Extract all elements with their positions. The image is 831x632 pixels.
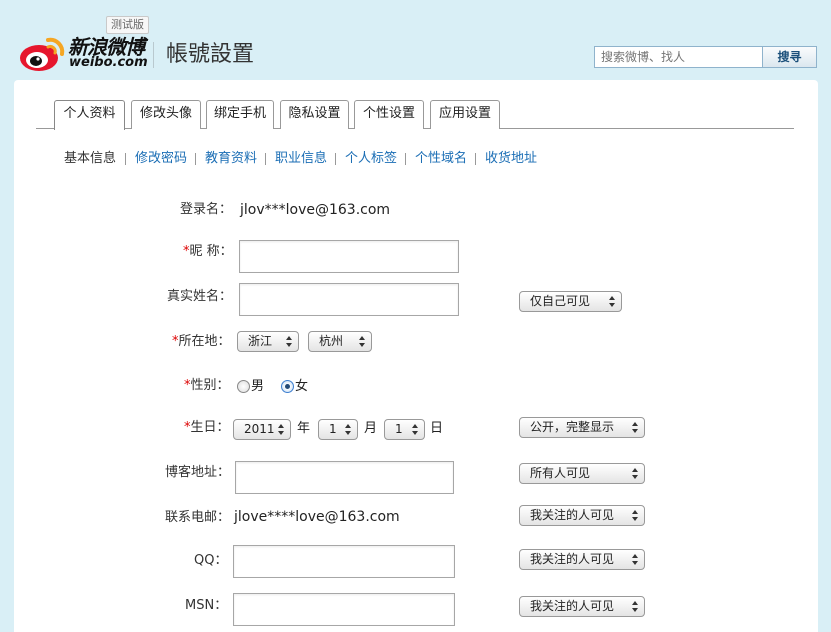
gender-label: *性别： — [184, 377, 230, 395]
qq-privacy-select[interactable]: 我关注的人可见 — [519, 549, 645, 570]
qq-label: QQ： — [194, 553, 228, 568]
email-privacy-value: 我关注的人可见 — [530, 508, 615, 522]
select-arrows-icon — [632, 421, 638, 434]
real-name-privacy-value: 仅自己可见 — [530, 294, 591, 308]
header: 测试版 新浪微博 weibo.com 帳號設置 搜寻 — [0, 0, 831, 80]
birthday-privacy-value: 公开，完整显示 — [530, 420, 615, 434]
birth-year-select[interactable]: 2011 — [233, 419, 291, 440]
login-name-label: 登录名： — [180, 202, 233, 217]
birthday-label-text: 生日： — [190, 420, 230, 435]
select-arrows-icon — [359, 335, 365, 348]
select-arrows-icon — [609, 295, 615, 308]
tab-bind-phone[interactable]: 绑定手机 — [206, 100, 274, 129]
birth-day-select[interactable]: 1 — [384, 419, 425, 440]
province-select[interactable]: 浙江 — [237, 331, 299, 352]
location-label: *所在地： — [172, 333, 231, 351]
blog-privacy-value: 所有人可见 — [530, 466, 591, 480]
birth-month-select[interactable]: 1 — [318, 419, 358, 440]
tab-apps[interactable]: 应用设置 — [430, 100, 500, 129]
birth-year-value: 2011 — [244, 422, 275, 436]
birthday-privacy-select[interactable]: 公开，完整显示 — [519, 417, 645, 438]
tab-personalization[interactable]: 个性设置 — [354, 100, 424, 129]
email-value: jlove****love@163.com — [234, 509, 400, 525]
tab-avatar[interactable]: 修改头像 — [131, 100, 201, 129]
email-privacy-select[interactable]: 我关注的人可见 — [519, 505, 645, 526]
year-unit: 年 — [297, 421, 311, 436]
page-title: 帳號設置 — [166, 42, 255, 67]
qq-input[interactable] — [233, 545, 455, 578]
nickname-label: *昵 称： — [183, 243, 233, 261]
gender-label-text: 性别： — [190, 378, 230, 393]
real-name-privacy-select[interactable]: 仅自己可见 — [519, 291, 622, 312]
gender-male-radio[interactable] — [237, 380, 250, 393]
subnav-shipping-address[interactable]: 收货地址 — [485, 150, 537, 168]
select-arrows-icon — [632, 509, 638, 522]
location-label-text: 所在地： — [178, 334, 231, 349]
subnav-divider — [195, 153, 196, 165]
gender-female-label[interactable]: 女 — [295, 378, 308, 396]
select-arrows-icon — [286, 335, 292, 348]
select-arrows-icon — [345, 423, 351, 436]
subnav-basic-info[interactable]: 基本信息 — [64, 150, 116, 168]
nickname-label-text: 昵 称： — [189, 244, 233, 259]
beta-badge: 测试版 — [106, 16, 149, 34]
gender-female-radio[interactable] — [281, 380, 294, 393]
weibo-logo-icon[interactable] — [18, 33, 66, 73]
month-unit: 月 — [364, 421, 378, 436]
subnav-divider — [335, 153, 336, 165]
province-value: 浙江 — [248, 334, 273, 348]
brand-domain[interactable]: weibo.com — [69, 56, 148, 70]
tab-privacy[interactable]: 隐私设置 — [280, 100, 349, 129]
real-name-label: 真实姓名： — [167, 289, 233, 304]
nickname-input[interactable] — [239, 240, 459, 273]
city-value: 杭州 — [319, 334, 344, 348]
subnav-divider — [265, 153, 266, 165]
msn-privacy-value: 我关注的人可见 — [530, 599, 615, 613]
header-divider — [153, 42, 154, 68]
tab-profile[interactable]: 个人资料 — [54, 100, 125, 130]
subnav-divider — [125, 153, 126, 165]
select-arrows-icon — [632, 467, 638, 480]
subnav-tags[interactable]: 个人标签 — [345, 150, 397, 168]
blog-label: 博客地址： — [165, 465, 231, 480]
subnav-divider — [405, 153, 406, 165]
login-name-value: jlov***love@163.com — [240, 202, 391, 218]
msn-label: MSN： — [185, 598, 228, 613]
subnav-education[interactable]: 教育资料 — [205, 150, 257, 168]
select-arrows-icon — [412, 423, 418, 436]
search-input[interactable] — [594, 46, 763, 68]
search-button[interactable]: 搜寻 — [762, 46, 817, 68]
blog-privacy-select[interactable]: 所有人可见 — [519, 463, 645, 484]
email-label: 联系电邮： — [165, 510, 231, 525]
blog-input[interactable] — [235, 461, 454, 494]
subnav-domain[interactable]: 个性域名 — [415, 150, 467, 168]
real-name-input[interactable] — [239, 283, 459, 316]
select-arrows-icon — [278, 423, 284, 436]
msn-input[interactable] — [233, 593, 455, 626]
subnav-divider — [475, 153, 476, 165]
subnav-change-password[interactable]: 修改密码 — [135, 150, 187, 168]
day-unit: 日 — [430, 421, 444, 436]
settings-panel: 个人资料 修改头像 绑定手机 隐私设置 个性设置 应用设置 基本信息 修改密码 … — [14, 80, 818, 632]
birth-day-value: 1 — [395, 422, 403, 436]
select-arrows-icon — [632, 553, 638, 566]
gender-male-label[interactable]: 男 — [251, 378, 264, 396]
msn-privacy-select[interactable]: 我关注的人可见 — [519, 596, 645, 617]
birth-month-value: 1 — [329, 422, 337, 436]
subnav-career[interactable]: 职业信息 — [275, 150, 327, 168]
qq-privacy-value: 我关注的人可见 — [530, 552, 615, 566]
birthday-label: *生日： — [184, 419, 230, 437]
city-select[interactable]: 杭州 — [308, 331, 372, 352]
select-arrows-icon — [632, 600, 638, 613]
settings-tabs: 个人资料 修改头像 绑定手机 隐私设置 个性设置 应用设置 — [36, 100, 794, 130]
